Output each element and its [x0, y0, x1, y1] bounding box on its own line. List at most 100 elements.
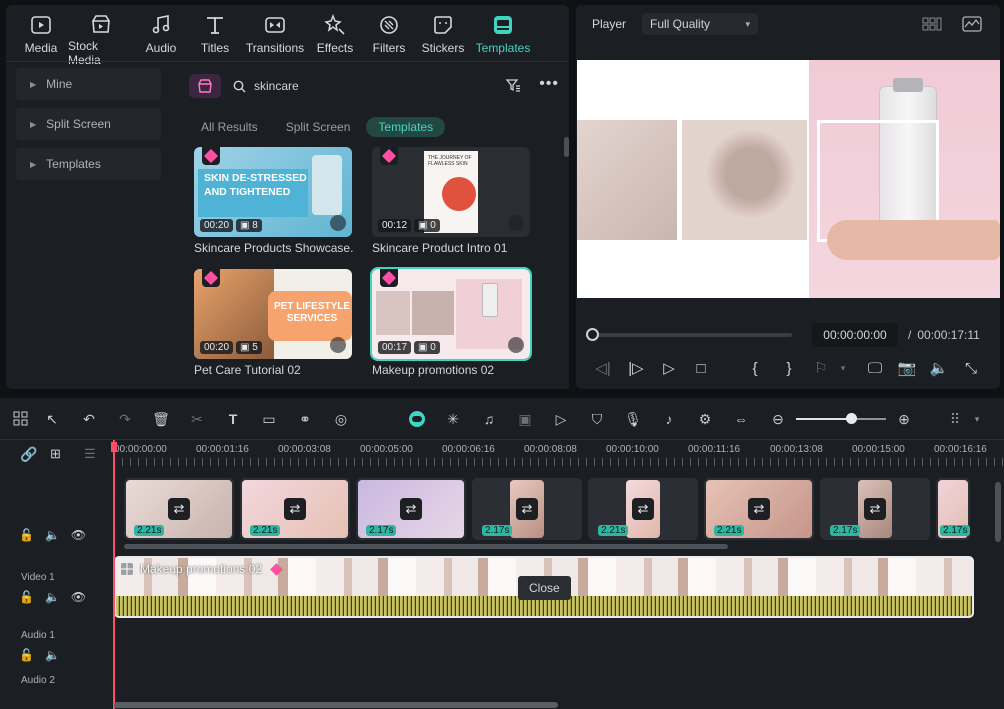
volume-icon[interactable]: 🔈	[45, 528, 60, 542]
progress-track[interactable]	[586, 328, 792, 341]
effects-tool-icon[interactable]: ✳	[442, 408, 464, 430]
scope-icon[interactable]	[962, 16, 982, 35]
timeline-clip[interactable]: ⇄ 2.21s	[240, 478, 350, 540]
auto-beat-icon[interactable]: ♫	[478, 408, 500, 430]
text-tool-icon[interactable]: T	[222, 408, 244, 430]
sidebar-item-mine[interactable]: ▶ Mine	[16, 68, 161, 100]
timeline-vertical-scrollbar[interactable]	[995, 482, 1001, 542]
shield-icon[interactable]: ⛉	[586, 408, 608, 430]
template-card-skincare-showcase[interactable]: SKIN DE-STRESSED AND TIGHTENED 00:20 ▣ 8	[194, 147, 352, 237]
lock-icon[interactable]: 🔓	[19, 528, 34, 542]
tab-stock-media[interactable]: Stock Media	[68, 9, 134, 67]
timeline-clip[interactable]: ⇄ 2.21s	[124, 478, 234, 540]
clip-settings-icon[interactable]: ⚙	[694, 408, 716, 430]
replace-icon[interactable]: ⇄	[400, 498, 422, 520]
undo-icon[interactable]: ↶	[78, 408, 100, 430]
replace-icon[interactable]: ⇄	[516, 498, 538, 520]
more-options-icon[interactable]: •••	[539, 75, 559, 93]
mark-out-icon[interactable]: }	[778, 357, 800, 379]
tab-titles[interactable]: Titles	[188, 9, 242, 61]
track-manager-icon[interactable]: ☰	[84, 446, 96, 462]
ai-mate-icon[interactable]	[406, 408, 428, 430]
ai-icon[interactable]: ◎	[330, 408, 352, 430]
play-frame-icon[interactable]: |▷	[625, 357, 647, 379]
chevron-down-icon[interactable]: ▾	[966, 408, 988, 430]
tab-stickers[interactable]: Stickers	[416, 9, 470, 61]
zoom-out-icon[interactable]: ⊖	[767, 408, 789, 430]
timeline-clip[interactable]: ⇄ 2.21s	[588, 478, 698, 540]
current-time-field[interactable]: 00:00:00:00	[812, 323, 898, 347]
download-icon[interactable]	[330, 337, 346, 353]
volume-icon[interactable]: 🔈	[45, 590, 60, 604]
replace-icon[interactable]: ⇄	[748, 498, 770, 520]
results-scrollbar[interactable]	[564, 137, 569, 157]
layout-icon[interactable]	[10, 408, 32, 430]
microphone-icon[interactable]: 🎙	[622, 408, 644, 430]
tab-templates[interactable]: Templates	[470, 9, 536, 61]
snapshot-icon[interactable]: 📷	[896, 357, 918, 379]
quality-dropdown[interactable]: Full Quality ▾	[642, 13, 759, 35]
timeline-clip[interactable]: ⇄ 2.17s	[820, 478, 930, 540]
tab-split-screen[interactable]: Split Screen	[274, 117, 363, 137]
chevron-down-icon[interactable]: ▾	[832, 357, 854, 379]
volume-icon[interactable]: 🔈	[45, 648, 60, 662]
search-input[interactable]: skincare	[233, 79, 299, 93]
select-tool-icon[interactable]: ↖	[41, 408, 63, 430]
download-icon[interactable]	[330, 215, 346, 231]
previous-frame-icon[interactable]: ◁|	[592, 357, 614, 379]
lock-icon[interactable]: 🔓	[19, 590, 34, 604]
preview-viewport[interactable]	[577, 60, 1000, 298]
speed-icon[interactable]: ▷	[550, 408, 572, 430]
redo-icon[interactable]: ↷	[114, 408, 136, 430]
download-icon[interactable]	[508, 215, 524, 231]
timeline-clip[interactable]: ⇄ 2.17s	[356, 478, 466, 540]
grid-view-icon[interactable]	[922, 17, 942, 34]
replace-icon[interactable]: ⇄	[168, 498, 190, 520]
grid-menu-icon[interactable]: ⠿	[944, 408, 966, 430]
timeline-horizontal-scrollbar[interactable]	[114, 702, 558, 708]
lock-icon[interactable]: 🔓	[19, 648, 34, 662]
timeline-clip[interactable]: ⇄ 2.21s	[704, 478, 814, 540]
zoom-in-icon[interactable]: ⊕	[893, 408, 915, 430]
tab-transitions[interactable]: Transitions	[242, 9, 308, 61]
volume-icon[interactable]: 🔈	[928, 357, 950, 379]
timeline-clip[interactable]: ⇄ 2.17s	[472, 478, 582, 540]
filter-button[interactable]	[505, 77, 521, 96]
tab-audio[interactable]: Audio	[134, 9, 188, 61]
delete-icon[interactable]: 🗑	[150, 408, 172, 430]
crop-icon[interactable]: ▭	[258, 408, 280, 430]
replace-icon[interactable]: ⇄	[632, 498, 654, 520]
playhead[interactable]	[113, 440, 115, 709]
display-icon[interactable]: 🖵	[864, 357, 886, 379]
play-icon[interactable]: ▷	[658, 357, 680, 379]
tab-filters[interactable]: Filters	[362, 9, 416, 61]
replace-icon[interactable]: ⇄	[284, 498, 306, 520]
marker-icon[interactable]: ⚐	[810, 357, 832, 379]
zoom-knob[interactable]	[846, 413, 857, 424]
tab-templates-filter[interactable]: Templates	[366, 117, 446, 137]
sidebar-item-templates[interactable]: ▶ Templates	[16, 148, 161, 180]
link-icon[interactable]: 🔗	[20, 446, 37, 463]
eye-icon[interactable]: 👁	[71, 590, 86, 604]
mark-in-icon[interactable]: {	[744, 357, 766, 379]
eye-icon[interactable]: 👁	[71, 528, 86, 542]
template-card-makeup-promotions[interactable]: 00:17 ▣ 0	[370, 267, 532, 361]
tab-effects[interactable]: Effects	[308, 9, 362, 61]
cut-icon[interactable]: ✂	[186, 408, 208, 430]
sidebar-item-split-screen[interactable]: ▶ Split Screen	[16, 108, 161, 140]
overlay-scrollbar[interactable]	[124, 544, 728, 549]
color-icon[interactable]: ⚭	[294, 408, 316, 430]
template-card-skincare-intro[interactable]: THE JOURNEY OF FLAWLESS SKIN 00:12 ▣ 0	[372, 147, 530, 237]
progress-knob[interactable]	[586, 328, 599, 341]
fullscreen-icon[interactable]: ⤡	[960, 357, 982, 379]
template-card-pet-care[interactable]: PET LIFESTYLE SERVICES 00:20 ▣ 5	[194, 269, 352, 359]
fit-icon[interactable]: ⇔	[730, 408, 752, 430]
tab-all-results[interactable]: All Results	[189, 117, 270, 137]
replace-icon[interactable]: ⇄	[864, 498, 886, 520]
playhead-handle[interactable]	[111, 442, 117, 452]
tab-media[interactable]: Media	[14, 9, 68, 61]
add-track-icon[interactable]: ⊞	[50, 446, 61, 462]
ai-cutout-icon[interactable]: ▣	[514, 408, 536, 430]
store-button[interactable]	[189, 74, 221, 98]
timeline-clip[interactable]: 2.17s	[936, 478, 970, 540]
